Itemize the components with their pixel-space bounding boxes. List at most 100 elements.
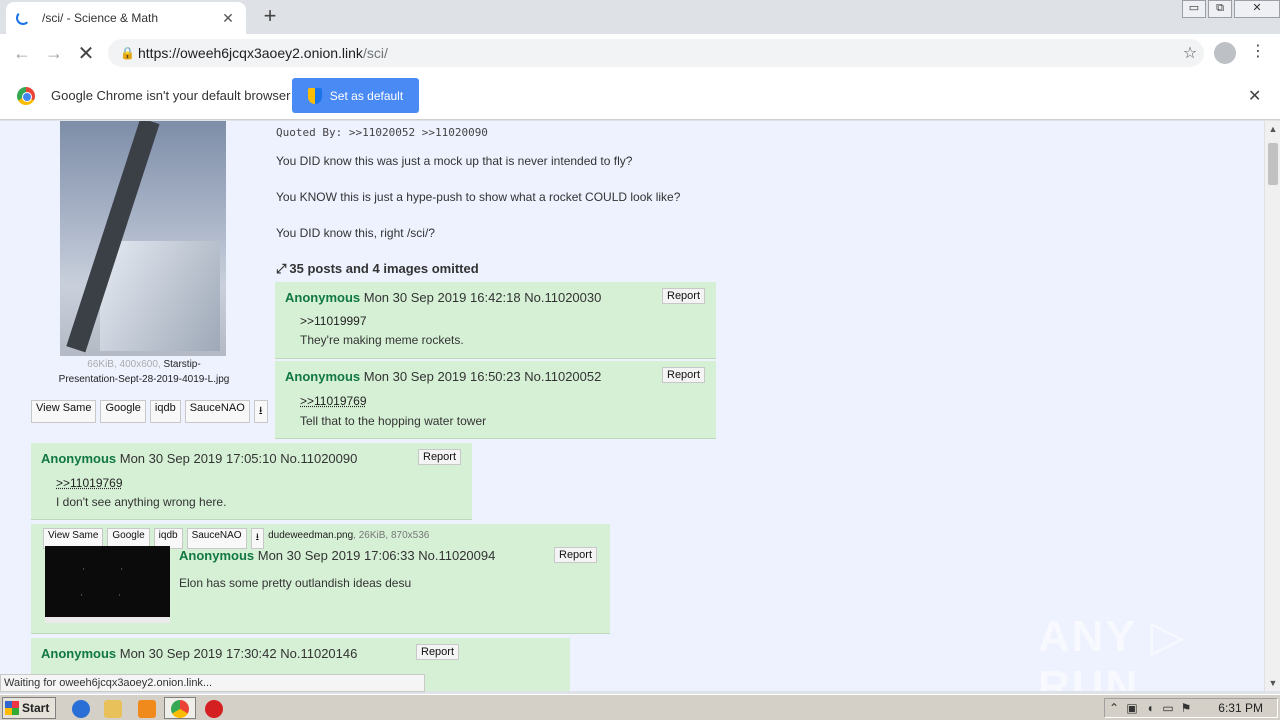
- op-image-tools: View Same Google iqdb SauceNAO ⭳: [31, 400, 268, 423]
- tab-close-icon[interactable]: ✕: [220, 10, 236, 27]
- loading-spinner-icon: [16, 11, 30, 25]
- saucenao-button[interactable]: SauceNAO: [186, 528, 247, 549]
- set-as-default-button[interactable]: Set as default: [292, 78, 419, 113]
- antivirus-alert-icon[interactable]: [205, 700, 223, 718]
- close-window-button[interactable]: ✕: [1234, 0, 1280, 18]
- scroll-up-arrow-icon[interactable]: ▲: [1265, 121, 1280, 137]
- chrome-logo-icon: [17, 87, 35, 105]
- post-header: Anonymous Mon 30 Sep 2019 17:06:33 No.11…: [179, 548, 495, 563]
- thumbnail-detail: ▪: [119, 592, 121, 597]
- op-file-meta: 66KiB, 400x600,: [87, 359, 161, 370]
- url-text[interactable]: https://oweeh6jcqx3aoey2.onion.link/sci/: [138, 45, 1176, 61]
- scroll-down-arrow-icon[interactable]: ▼: [1265, 675, 1280, 691]
- media-player-icon[interactable]: [138, 700, 156, 718]
- start-button[interactable]: Start: [2, 696, 56, 719]
- back-arrow-icon[interactable]: ←: [6, 43, 38, 64]
- thumbnail-detail: ▪: [83, 566, 85, 571]
- restore-button[interactable]: ⧉: [1208, 0, 1232, 18]
- kebab-menu-icon[interactable]: ⋮: [1250, 40, 1266, 64]
- network-icon[interactable]: ▣: [1123, 701, 1141, 715]
- op-line: You DID know this, right /sci/?: [276, 226, 435, 240]
- iqdb-button[interactable]: iqdb: [149, 400, 181, 423]
- op-line: You KNOW this is just a hype-push to sho…: [276, 190, 681, 204]
- post-number-link[interactable]: No.11020090: [280, 451, 357, 466]
- tab-strip: /sci/ - Science & Math ✕ + ▭ ⧉ ✕: [0, 0, 1280, 34]
- display-icon[interactable]: ▭: [1159, 701, 1177, 715]
- scrollbar-thumb[interactable]: [1268, 143, 1278, 185]
- view-same-button[interactable]: View Same: [31, 400, 97, 423]
- reply-post: Anonymous Mon 30 Sep 2019 17:05:10 No.11…: [31, 443, 472, 520]
- reply-image-thumbnail[interactable]: ▪ ▪ ▪ ▪: [45, 546, 170, 623]
- windows-taskbar: Start ⌃ ▣ ◖ ▭ ⚑ 6:31 PM: [0, 694, 1280, 720]
- post-number-link[interactable]: No.11020146: [280, 646, 357, 661]
- reply-post-with-image: View Same Google iqdb SauceNAO ⭳ dudewee…: [31, 524, 610, 634]
- post-number-link[interactable]: No.11020030: [524, 290, 601, 305]
- windows-logo-icon: [5, 700, 19, 715]
- infobar-close-icon[interactable]: ✕: [1248, 86, 1261, 106]
- post-date: Mon 30 Sep 2019 17:05:10: [119, 451, 277, 466]
- address-bar[interactable]: 🔒 https://oweeh6jcqx3aoey2.onion.link/sc…: [108, 39, 1204, 67]
- stop-loading-icon[interactable]: ✕: [70, 41, 102, 66]
- report-button[interactable]: Report: [416, 644, 460, 660]
- profile-avatar-icon[interactable]: [1214, 42, 1236, 64]
- post-header: Anonymous Mon 30 Sep 2019 17:05:10 No.11…: [41, 451, 357, 466]
- chrome-icon: [171, 700, 189, 718]
- download-icon[interactable]: ⭳: [250, 528, 265, 549]
- image-detail: [100, 241, 220, 351]
- thumbnail-detail: ▪: [81, 592, 83, 597]
- post-number-link[interactable]: No.11020094: [418, 548, 495, 563]
- download-icon[interactable]: ⭳: [253, 400, 268, 423]
- post-date: Mon 30 Sep 2019 17:30:42: [119, 646, 277, 661]
- window-controls: ▭ ⧉ ✕: [1180, 0, 1280, 20]
- anyrun-watermark: ANY ▷ RUN: [1038, 612, 1187, 691]
- bookmark-star-icon[interactable]: ☆: [1176, 43, 1204, 63]
- volume-icon[interactable]: ◖: [1141, 701, 1159, 715]
- poster-name: Anonymous: [285, 369, 361, 384]
- omitted-posts-toggle[interactable]: ⤢ 35 posts and 4 images omitted: [276, 261, 479, 277]
- report-button[interactable]: Report: [662, 288, 706, 304]
- op-image-thumbnail[interactable]: [60, 121, 226, 356]
- post-date: Mon 30 Sep 2019 16:42:18: [363, 290, 521, 305]
- saucenao-button[interactable]: SauceNAO: [184, 400, 250, 423]
- default-browser-infobar: Google Chrome isn't your default browser…: [0, 72, 1280, 120]
- quote-link[interactable]: >>11019769: [300, 394, 367, 408]
- new-tab-button[interactable]: +: [258, 4, 282, 30]
- poster-name: Anonymous: [179, 548, 255, 563]
- infobar-message: Google Chrome isn't your default browser: [51, 88, 291, 103]
- tab-title: /sci/ - Science & Math: [42, 11, 159, 25]
- page-scrollbar[interactable]: ▲ ▼: [1264, 121, 1280, 691]
- google-search-button[interactable]: Google: [100, 400, 146, 423]
- op-file-info: 66KiB, 400x600, Starstip-Presentation-Se…: [58, 357, 230, 387]
- browser-toolbar: ← → ✕ 🔒 https://oweeh6jcqx3aoey2.onion.l…: [0, 34, 1280, 72]
- report-button[interactable]: Report: [554, 547, 598, 563]
- quote-link[interactable]: >>11019769: [56, 476, 123, 490]
- forward-arrow-icon[interactable]: →: [38, 43, 70, 64]
- post-date: Mon 30 Sep 2019 17:06:33: [257, 548, 415, 563]
- quoted-by-links[interactable]: >>11020052 >>11020090: [349, 126, 488, 139]
- post-number-link[interactable]: No.11020052: [524, 369, 601, 384]
- reply-post: Anonymous Mon 30 Sep 2019 16:50:23 No.11…: [275, 361, 716, 439]
- uac-shield-icon: [307, 87, 322, 104]
- post-header: Anonymous Mon 30 Sep 2019 16:42:18 No.11…: [285, 290, 601, 305]
- tray-expand-icon[interactable]: ⌃: [1105, 701, 1123, 715]
- quoted-by-label: Quoted By:: [276, 126, 343, 139]
- start-label: Start: [22, 700, 50, 715]
- reply-file-info: dudeweedman.png, 26KiB, 870x536: [268, 528, 429, 549]
- set-as-default-label: Set as default: [329, 88, 404, 103]
- op-line: You DID know this was just a mock up tha…: [276, 154, 633, 168]
- quote-link[interactable]: >>11019997: [300, 314, 367, 328]
- internet-explorer-icon[interactable]: [72, 700, 90, 718]
- thumbnail-detail: ▪: [121, 566, 123, 571]
- thumbnail-detail: [45, 617, 170, 623]
- system-clock[interactable]: 6:31 PM: [1218, 701, 1263, 715]
- file-explorer-icon[interactable]: [104, 700, 122, 718]
- flag-icon[interactable]: ⚑: [1177, 701, 1195, 715]
- reply-file-name-link[interactable]: dudeweedman.png: [268, 530, 353, 541]
- minimize-button[interactable]: ▭: [1182, 0, 1206, 18]
- report-button[interactable]: Report: [418, 449, 462, 465]
- report-button[interactable]: Report: [662, 367, 706, 383]
- tab-sci[interactable]: /sci/ - Science & Math ✕: [6, 2, 246, 34]
- post-body: I don't see anything wrong here.: [56, 495, 227, 509]
- poster-name: Anonymous: [41, 646, 117, 661]
- post-date: Mon 30 Sep 2019 16:50:23: [363, 369, 521, 384]
